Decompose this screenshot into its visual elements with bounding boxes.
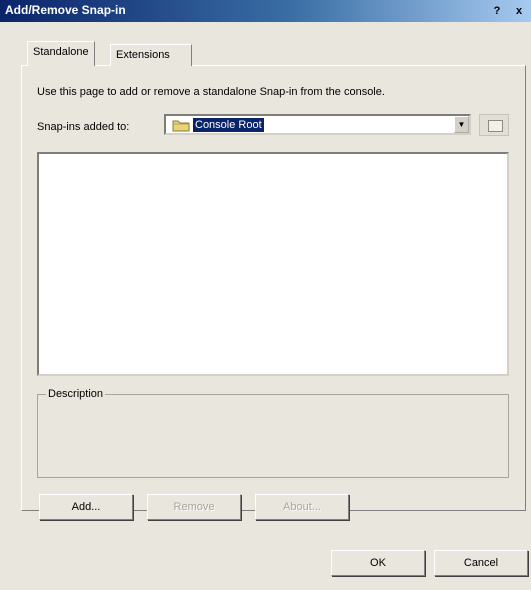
help-button[interactable]: ? (490, 3, 504, 19)
close-button[interactable]: x (512, 3, 526, 19)
snapins-added-to-dropdown[interactable]: Console Root ▼ (164, 114, 471, 135)
title-bar: Add/Remove Snap-in ? x (0, 0, 531, 22)
add-button[interactable]: Add... (39, 494, 133, 520)
about-button[interactable]: About... (255, 494, 349, 520)
window-title: Add/Remove Snap-in (5, 3, 126, 17)
snapins-selected-value: Console Root (193, 118, 264, 132)
description-label: Description (46, 388, 106, 400)
tab-extensions[interactable]: Extensions (110, 44, 192, 66)
folder-icon (172, 120, 190, 132)
snapins-added-to-label: Snap-ins added to: (37, 121, 130, 133)
description-group (37, 394, 509, 478)
cancel-button[interactable]: Cancel (434, 550, 528, 576)
ok-button[interactable]: OK (331, 550, 425, 576)
chevron-down-icon[interactable]: ▼ (454, 116, 469, 133)
snapins-list[interactable] (37, 152, 509, 376)
intro-text: Use this page to add or remove a standal… (37, 86, 385, 98)
tab-standalone[interactable]: Standalone (27, 41, 95, 66)
remove-button[interactable]: Remove (147, 494, 241, 520)
up-folder-icon (488, 120, 503, 132)
browse-folder-button[interactable] (479, 114, 509, 136)
